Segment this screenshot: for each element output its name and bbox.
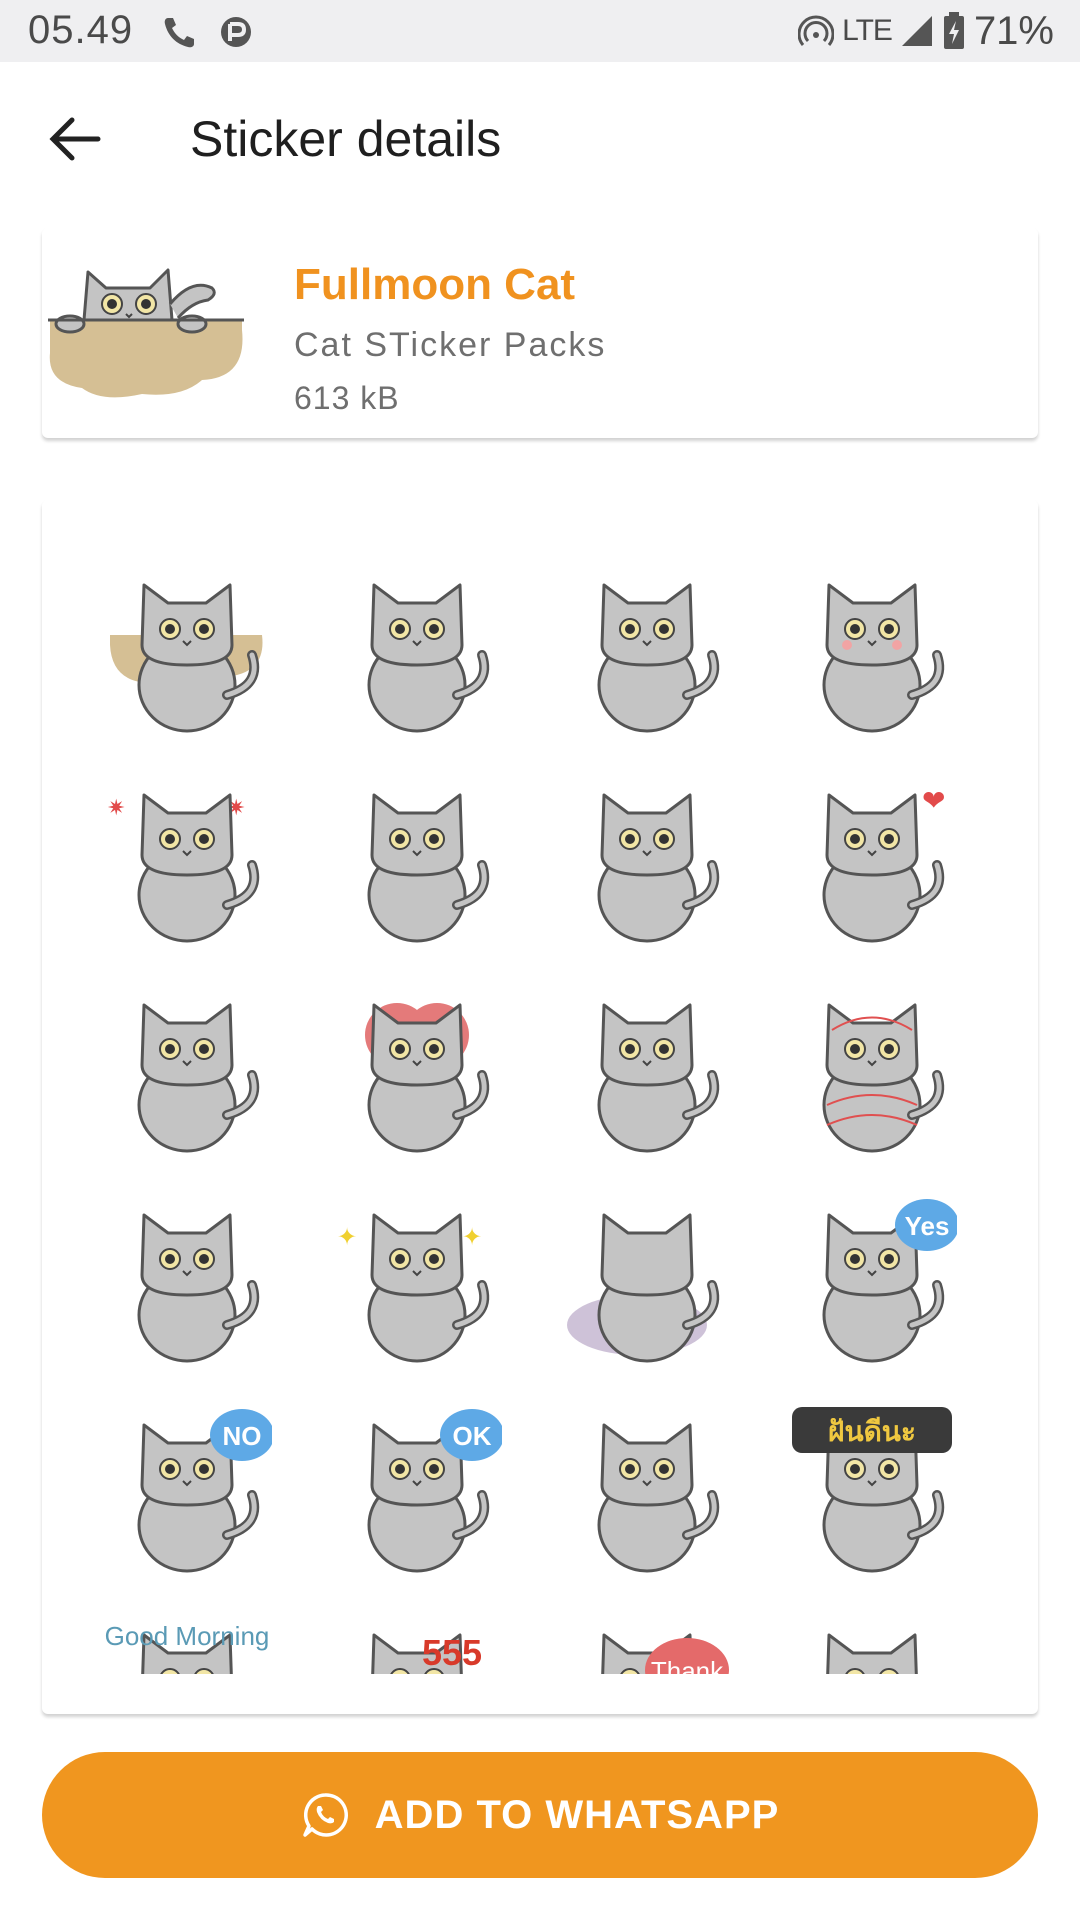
sticker-item[interactable]: OK — [332, 1405, 502, 1575]
arrow-left-icon[interactable] — [40, 104, 110, 174]
add-to-whatsapp-button[interactable]: ADD TO WHATSAPP — [42, 1752, 1038, 1878]
sticker-item[interactable]: ✦ ✦ — [332, 1195, 502, 1365]
sticker-text: ฝันดีนะ — [828, 1415, 916, 1448]
status-time: 05.49 — [28, 8, 134, 52]
sticker-item[interactable]: Thank — [562, 1615, 732, 1674]
hotspot-icon — [798, 15, 835, 46]
sticker-item[interactable] — [787, 565, 957, 735]
sticker-item[interactable] — [787, 1615, 957, 1674]
battery-charging-icon — [943, 12, 964, 49]
status-right: LTE 71% — [798, 8, 1054, 54]
sticker-item[interactable] — [562, 775, 732, 945]
signal-icon — [901, 16, 932, 46]
sticker-item[interactable] — [562, 1405, 732, 1575]
sticker-text: NO — [223, 1421, 262, 1451]
sticker-item[interactable] — [562, 1195, 732, 1365]
sticker-text: Good Morning — [105, 1621, 270, 1651]
parking-icon — [221, 17, 251, 47]
sticker-item[interactable] — [562, 985, 732, 1155]
sticker-item[interactable]: Good Morning — [102, 1615, 272, 1674]
sticker-item[interactable]: Yes — [787, 1195, 957, 1365]
svg-text:❤: ❤ — [922, 785, 945, 816]
phone-icon — [164, 18, 194, 48]
sticker-item[interactable]: ✷ ✷ — [102, 775, 272, 945]
pack-size: 613 kB — [294, 380, 400, 416]
sticker-item[interactable]: NO — [102, 1405, 272, 1575]
network-type: LTE — [842, 14, 893, 47]
pack-info-card: Fullmoon Cat Cat STicker Packs 613 kB — [42, 228, 1038, 438]
whatsapp-icon — [302, 1793, 348, 1837]
sticker-item[interactable] — [102, 985, 272, 1155]
sticker-item[interactable]: ❤ — [787, 775, 957, 945]
sticker-text: OK — [453, 1421, 492, 1451]
status-left-icons — [164, 17, 251, 48]
svg-text:✦: ✦ — [462, 1224, 482, 1251]
sticker-item[interactable] — [332, 565, 502, 735]
app-bar: Sticker details — [0, 62, 1080, 212]
sticker-item[interactable] — [332, 985, 502, 1155]
page-title: Sticker details — [190, 111, 502, 167]
status-bar: 05.49 LTE 71% — [0, 0, 1080, 62]
svg-text:✷: ✷ — [107, 795, 125, 820]
pack-name: Fullmoon Cat — [294, 260, 576, 309]
sticker-item[interactable] — [102, 565, 272, 735]
sticker-item[interactable] — [787, 985, 957, 1155]
sticker-item[interactable]: ฝันดีนะ — [787, 1405, 957, 1575]
add-button-label: ADD TO WHATSAPP — [374, 1792, 780, 1837]
sticker-grid-card: ✷ ✷ ❤ ✦ ✦ Yes NO OK ฝันดีนะ Good Morning 555 Thank — [42, 500, 1038, 1714]
svg-text:✦: ✦ — [337, 1224, 357, 1251]
battery-level: 71% — [973, 8, 1054, 53]
pack-tray-icon — [48, 268, 244, 398]
sticker-item[interactable]: 555 — [332, 1615, 502, 1674]
pack-publisher: Cat STicker Packs — [294, 326, 607, 364]
sticker-text: Yes — [905, 1211, 950, 1241]
sticker-item[interactable] — [562, 565, 732, 735]
sticker-item[interactable] — [102, 1195, 272, 1365]
sticker-text: 555 — [422, 1632, 482, 1673]
sticker-grid: ✷ ✷ ❤ ✦ ✦ Yes NO OK ฝันดีนะ Good Morning 555 Thank — [42, 500, 1038, 1674]
sticker-item[interactable] — [332, 775, 502, 945]
sticker-text: Thank — [651, 1656, 724, 1674]
